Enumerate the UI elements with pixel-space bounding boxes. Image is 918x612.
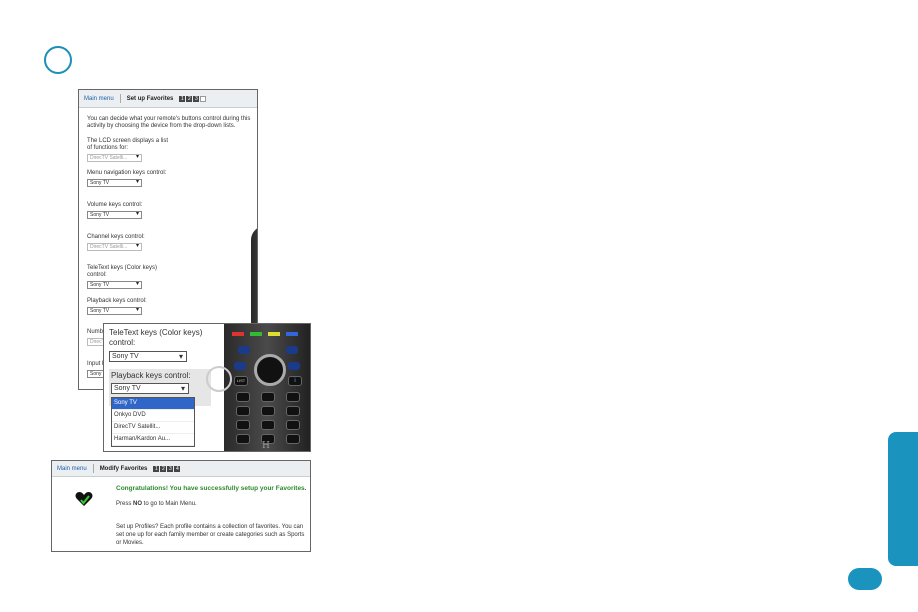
modify-favorites-panel: Main menu Modify Favorites 1 2 3 4 Congr… [51, 460, 311, 552]
intro-text: You can decide what your remote's button… [87, 116, 251, 129]
playback-dropdown-list: Sony TV Onkyo DVD DirecTV Satellit... Ha… [111, 397, 195, 447]
channel-label: Channel keys control: [87, 234, 145, 240]
side-section-tab [888, 432, 918, 566]
zoom-playback-select[interactable]: Sony TV [111, 383, 189, 394]
lcd-label: The LCD screen displays a list of functi… [87, 138, 169, 151]
playback-select[interactable]: Sony TV [87, 307, 142, 315]
lcd-group: The LCD screen displays a list of functi… [87, 138, 169, 162]
congrats-message: Congratulations! You have successfully s… [116, 485, 307, 492]
info-key: i [288, 376, 302, 386]
zoom-teletext-group: TeleText keys (Color keys) control: Sony… [109, 328, 209, 362]
dropdown-option-harman[interactable]: Harman/Kardon Au... [112, 434, 194, 446]
header-separator [92, 464, 94, 473]
step-indicator: 1 2 3 4 [153, 465, 181, 472]
step-indicator: 1 2 3 [179, 95, 207, 102]
teletext-select[interactable]: Sony TV [87, 281, 142, 289]
lcd-select[interactable]: DirecTV Satelli... [87, 154, 142, 162]
main-menu-link[interactable]: Main menu [84, 96, 114, 102]
step-4-empty [200, 95, 207, 102]
back-instruction: Press NO to go to Main Menu. [116, 501, 197, 507]
menu-nav-group: Menu navigation keys control: Sony TV [87, 170, 169, 187]
header-separator [119, 94, 121, 103]
zoom-remote-image: LIST i H [224, 324, 310, 451]
zoom-play-ring [254, 354, 286, 386]
page-number-pill [848, 568, 882, 590]
volume-select[interactable]: Sony TV [87, 211, 142, 219]
menu-nav-label: Menu navigation keys control: [87, 170, 167, 176]
no-key-label: NO [133, 501, 143, 507]
teletext-group: TeleText keys (Color keys) control: Sony… [87, 265, 169, 289]
dropdown-option-sony-tv[interactable]: Sony TV [112, 398, 194, 410]
step-3: 3 [193, 95, 200, 102]
volume-group: Volume keys control: Sony TV [87, 202, 169, 219]
zoom-playback-label: Playback keys control: [111, 371, 191, 380]
dropdown-option-directv[interactable]: DirecTV Satellit... [112, 422, 194, 434]
channel-group: Channel keys control: DirecTV Satelli... [87, 234, 169, 251]
volume-label: Volume keys control: [87, 202, 143, 208]
main-menu-link[interactable]: Main menu [57, 466, 87, 472]
playback-label: Playback keys control: [87, 298, 147, 304]
teletext-label: TeleText keys (Color keys) control: [87, 265, 158, 278]
step-2: 2 [160, 465, 167, 472]
list-key: LIST [234, 376, 248, 386]
dropdown-option-onkyo-dvd[interactable]: Onkyo DVD [112, 410, 194, 422]
remote-logo: H [262, 441, 270, 451]
step-1: 1 [153, 465, 160, 472]
profiles-text: Set up Profiles? Each profile contains a… [116, 524, 305, 546]
zoom-panel: TeleText keys (Color keys) control: Sony… [103, 323, 311, 452]
panel-title: Set up Favorites [126, 95, 174, 102]
channel-select[interactable]: DirecTV Satelli... [87, 243, 142, 251]
panel-title: Modify Favorites [99, 465, 148, 472]
panel-header: Main menu Set up Favorites 1 2 3 [79, 90, 257, 108]
step-1: 1 [179, 95, 186, 102]
zoom-teletext-label: TeleText keys (Color keys) control: [109, 328, 203, 347]
step-indicator-circle [44, 46, 72, 74]
heart-check-icon [75, 492, 93, 506]
step-4: 4 [174, 465, 181, 472]
panel-header: Main menu Modify Favorites 1 2 3 4 [52, 461, 310, 477]
zoom-teletext-select[interactable]: Sony TV [109, 351, 187, 362]
step-3: 3 [167, 465, 174, 472]
menu-nav-select[interactable]: Sony TV [87, 179, 142, 187]
playback-group: Playback keys control: Sony TV [87, 298, 169, 315]
step-2: 2 [186, 95, 193, 102]
magnifier-circle [206, 366, 232, 392]
